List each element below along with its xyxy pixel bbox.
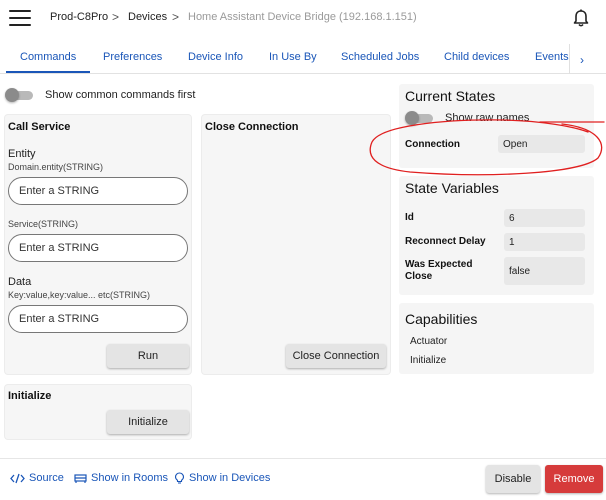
close-connection-button[interactable]: Close Connection <box>286 344 386 368</box>
state-var-was-expected-close-value: false <box>504 257 585 285</box>
capabilities-panel: Capabilities Actuator Initialize <box>399 303 594 374</box>
common-commands-toggle-label: Show common commands first <box>45 89 196 101</box>
tab-preferences[interactable]: Preferences <box>103 51 162 63</box>
entity-input[interactable] <box>8 177 188 205</box>
state-var-reconnect-delay-name: Reconnect Delay <box>405 236 486 247</box>
common-commands-toggle[interactable] <box>5 88 33 102</box>
state-var-id-name: Id <box>405 212 414 223</box>
state-connection-value: Open <box>498 135 585 153</box>
capabilities-title: Capabilities <box>405 311 478 327</box>
state-variables-panel: State Variables Id 6 Reconnect Delay 1 W… <box>399 176 594 295</box>
service-hint: Service(STRING) <box>8 219 79 229</box>
footer-bar: Source Show in Rooms Show in Devices Dis… <box>0 458 606 500</box>
entity-label: Entity <box>8 148 36 160</box>
initialize-button[interactable]: Initialize <box>107 410 189 434</box>
show-in-devices-link[interactable]: Show in Devices <box>174 472 270 484</box>
state-var-was-expected-close-name: Was Expected Close <box>405 259 473 282</box>
data-input[interactable] <box>8 305 188 333</box>
lightbulb-icon <box>174 472 185 484</box>
call-service-card: Call Service Entity Domain.entity(STRING… <box>5 115 191 374</box>
close-connection-title: Close Connection <box>205 121 299 133</box>
device-tabs: Commands Preferences Device Info In Use … <box>0 44 606 74</box>
top-bar: Prod-C8Pro > Devices > Home Assistant De… <box>0 0 606 37</box>
initialize-title: Initialize <box>8 390 52 402</box>
tab-commands[interactable]: Commands <box>20 51 76 63</box>
raw-names-toggle-label: Show raw names <box>445 112 530 124</box>
current-states-panel: Current States Show raw names Connection… <box>399 84 594 168</box>
service-input[interactable] <box>8 234 188 262</box>
run-button[interactable]: Run <box>107 344 189 368</box>
capability-item: Initialize <box>410 355 447 366</box>
initialize-card: Initialize Initialize <box>5 385 191 439</box>
state-var-reconnect-delay-value: 1 <box>504 233 585 251</box>
breadcrumb-separator: > <box>172 10 180 24</box>
entity-hint: Domain.entity(STRING) <box>8 162 104 172</box>
tab-events[interactable]: Events <box>535 51 569 63</box>
remove-button[interactable]: Remove <box>545 465 603 493</box>
tab-device-info[interactable]: Device Info <box>188 51 243 63</box>
source-link[interactable]: Source <box>10 472 64 484</box>
state-variables-title: State Variables <box>405 180 499 196</box>
tab-child-devices[interactable]: Child devices <box>444 51 509 63</box>
raw-names-toggle[interactable] <box>405 111 433 125</box>
active-tab-indicator <box>6 71 90 73</box>
breadcrumb-hub[interactable]: Prod-C8Pro <box>50 11 108 23</box>
state-connection-name: Connection <box>405 139 460 150</box>
show-in-devices-label: Show in Devices <box>189 472 271 484</box>
current-states-title: Current States <box>405 88 496 104</box>
tab-divider <box>569 44 570 74</box>
data-label: Data <box>8 276 32 288</box>
tab-in-use-by[interactable]: In Use By <box>269 51 317 63</box>
state-var-id-value: 6 <box>504 209 585 227</box>
show-in-rooms-link[interactable]: Show in Rooms <box>74 472 168 484</box>
bell-icon[interactable] <box>572 9 590 28</box>
breadcrumb-devices[interactable]: Devices <box>128 11 167 23</box>
tabs-next-chevron-icon[interactable]: › <box>580 53 584 67</box>
capability-item: Actuator <box>410 336 448 347</box>
data-hint: Key:value,key:value... etc(STRING) <box>8 290 151 300</box>
rooms-icon <box>74 473 87 483</box>
tab-scheduled-jobs[interactable]: Scheduled Jobs <box>341 51 419 63</box>
close-connection-card: Close Connection Close Connection <box>202 115 390 374</box>
breadcrumb-separator: > <box>112 10 120 24</box>
show-in-rooms-label: Show in Rooms <box>91 472 169 484</box>
disable-button[interactable]: Disable <box>486 465 540 493</box>
hamburger-menu-icon[interactable] <box>9 10 31 26</box>
code-icon <box>10 473 25 483</box>
source-link-label: Source <box>29 472 64 484</box>
breadcrumb-device: Home Assistant Device Bridge (192.168.1.… <box>188 11 417 23</box>
call-service-title: Call Service <box>8 121 71 133</box>
